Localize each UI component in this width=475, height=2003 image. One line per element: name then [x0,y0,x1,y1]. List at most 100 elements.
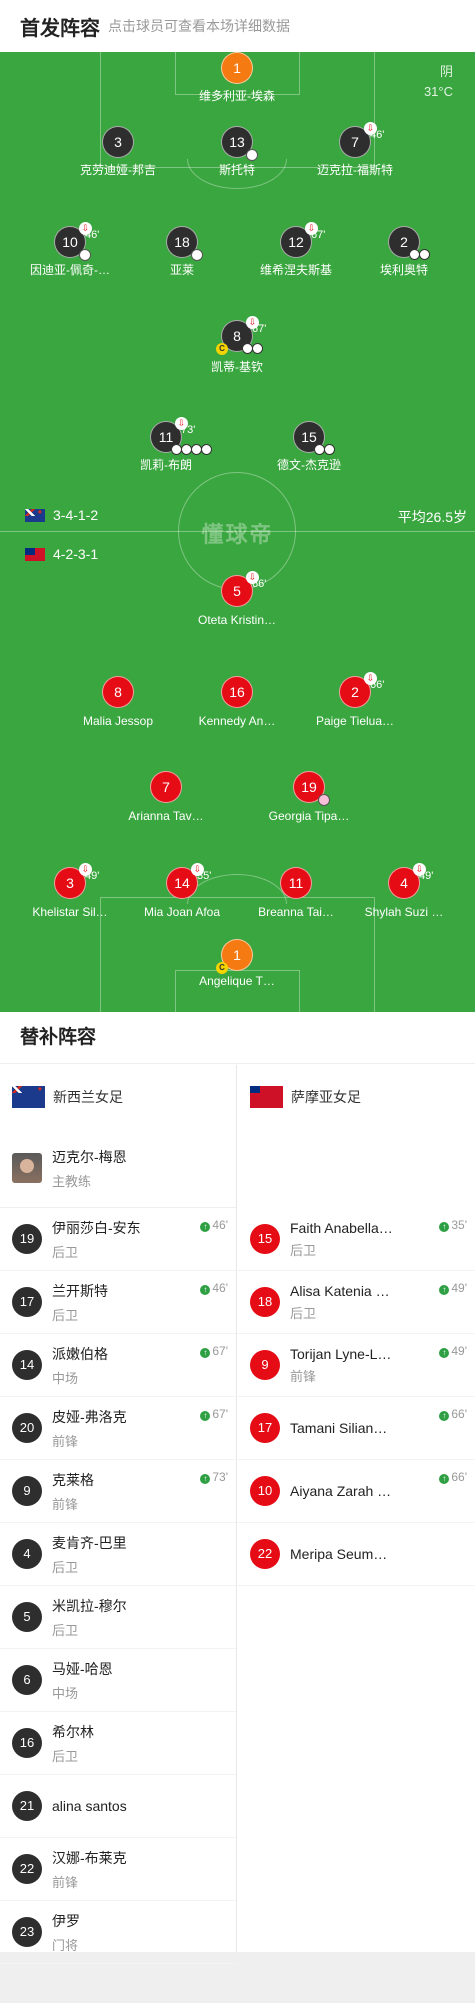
substitute-row[interactable]: 20 皮娅-弗洛克 前锋 ↑ 67' [0,1397,236,1460]
goals-icon [409,249,430,260]
substitute-row[interactable]: 18 Alisa Katenia … 后卫 ↑ 49' [238,1271,475,1334]
away-subs-column: 萨摩亚女足 15 Faith Anabella… 后卫 ↑ 35' 18 Alisa Kat… [238,1065,475,1586]
player-number-disc: 2 ⇩ 66' [339,672,384,708]
player-number-disc: 2 [388,226,430,260]
substitute-name: 米凯拉-穆尔 [52,1597,127,1614]
substitute-row[interactable]: 17 兰开斯特 后卫 ↑ 46' [0,1271,236,1334]
substitute-number: 17 [12,1287,42,1317]
lineup-title: 首发阵容 [20,17,100,40]
substitute-position: 后卫 [290,1242,317,1258]
substitute-row[interactable]: 4 麦肯齐-巴里 后卫 [0,1523,236,1586]
substitute-name: Aiyana Zarah … [290,1483,392,1499]
substitute-info: Alisa Katenia … 后卫 [290,1283,400,1322]
substitute-number: 22 [12,1854,42,1884]
player-home-2[interactable]: 2 埃利奥特 [349,226,459,278]
substitute-row[interactable]: 16 希尔林 后卫 [0,1712,236,1775]
sub-in-icon: ↑ [200,1348,211,1358]
substitute-row[interactable]: 14 派嫩伯格 中场 ↑ 67' [0,1334,236,1397]
substitute-row[interactable]: 22 Meripa Seum… [238,1523,475,1586]
goals-icon [171,444,212,455]
sub-in-time: ↑ 49' [439,1344,467,1358]
substitute-name: Alisa Katenia … [290,1282,390,1299]
nz-flag-icon [25,508,45,522]
player-away-4[interactable]: 4 ⇩ 49' Shylah Suzi … [349,863,459,919]
substitute-row[interactable]: 5 米凯拉-穆尔 后卫 [0,1586,236,1649]
player-home-18[interactable]: 18 亚莱 [127,226,237,278]
away-team-header[interactable]: 萨摩亚女足 [238,1065,475,1129]
player-number-disc: 11 [280,867,312,899]
substitute-number: 15 [250,1224,280,1254]
substitute-row[interactable]: 9 克莱格 前锋 ↑ 73' [0,1460,236,1523]
player-name: Georgia Tipa… [268,809,350,823]
substitute-info: 克莱格 前锋 [52,1470,162,1513]
player-away-16[interactable]: 16 Kennedy An… [182,676,292,728]
player-home-7[interactable]: 7 ⇩ 46' 迈克拉-福斯特 [300,122,410,178]
substitute-info: alina santos [52,1798,162,1814]
sub-time: 66' [252,578,267,590]
player-name: Shylah Suzi … [364,905,444,919]
player-away-5[interactable]: 5 ⇩ 66' Oteta Kristin… [182,571,292,627]
sub-in-time: ↑ 66' [439,1470,467,1484]
home-subs-column: 新西兰女足 迈克尔-梅恩 主教练 19伊丽莎白-安东后卫↑46' 17 兰开斯特后卫… [0,1065,237,1964]
substitute-number: 22 [250,1539,280,1569]
sub-time: 46' [370,129,385,141]
lineup-subtitle: 点击球员可查看本场详细数据 [108,18,290,34]
substitute-position: 后卫 [52,1622,79,1638]
home-formation: 3-4-1-2 [25,507,98,523]
substitute-number: 9 [12,1476,42,1506]
sub-time: 66' [370,679,385,691]
coach-row[interactable]: 迈克尔-梅恩 主教练 [0,1129,236,1208]
substitute-name: 伊丽莎白-安东 [52,1219,141,1236]
substitute-row[interactable]: 9 Torijan Lyne-L… 前锋 ↑ 49' [238,1334,475,1397]
home-team-header[interactable]: 新西兰女足 [0,1065,236,1129]
player-number-disc: 15 [293,421,335,455]
substitute-name: 马娅-哈恩 [52,1660,113,1677]
player-home-10[interactable]: 10 ⇩ 46' 因迪亚-佩奇-… [15,222,125,278]
player-home-3[interactable]: 3 克劳迪娅-邦吉 [63,126,173,178]
substitute-row[interactable]: 19 伊丽莎白-安东 后卫 ↑ 46' [0,1208,236,1271]
substitute-number: 4 [12,1539,42,1569]
player-away-8[interactable]: 8 Malia Jessop [63,676,173,728]
sub-in-time: ↑ 67' [200,1344,228,1358]
substitute-name: 希尔林 [52,1723,94,1740]
player-number-disc: 7 [150,771,182,803]
player-away-19[interactable]: 19 Georgia Tipa… [254,771,364,823]
player-home-13[interactable]: 13 斯托特 [182,126,292,178]
player-away-11[interactable]: 11 Breanna Tai… [241,867,351,919]
substitute-name: 兰开斯特 [52,1282,108,1299]
temperature-text: 31°C [423,84,453,99]
player-name: 维多利亚-埃森 [199,89,275,103]
player-name: 亚莱 [169,263,194,277]
substitute-row[interactable]: 15 Faith Anabella… 后卫 ↑ 35' [238,1208,475,1271]
player-away-2[interactable]: 2 ⇩ 66' Paige Tielua… [300,672,410,728]
sub-time: 49' [85,870,100,882]
player-home-11[interactable]: 11 ⇩ 73' 凯莉-布朗 [111,417,221,473]
sub-in-time: ↑ 67' [200,1407,228,1421]
player-name: 凯莉-布朗 [140,458,192,472]
player-number-disc: 3 ⇩ 49' [54,863,99,899]
substitute-row[interactable]: 17 Tamani Silian… ↑ 66' [238,1397,475,1460]
player-home-goalkeeper[interactable]: 1 维多利亚-埃森 [182,52,292,104]
player-away-7[interactable]: 7 Arianna Tav… [111,771,221,823]
substitute-info: Meripa Seum… [290,1546,400,1562]
substitute-info: 伊罗 门将 [52,1911,162,1954]
player-away-14[interactable]: 14 ⇩ 35' Mia Joan Afoa [127,863,237,919]
substitute-row[interactable]: 23 伊罗 门将 [0,1901,236,1964]
substitute-position: 前锋 [52,1874,79,1890]
player-home-8[interactable]: 8 ⇩ 67' C 凯蒂-基钦 [182,316,292,375]
substitute-position: 后卫 [52,1307,79,1323]
captain-icon: C [216,962,228,974]
substitute-row[interactable]: 22 汉娜-布莱克 前锋 [0,1838,236,1901]
ball-icon [246,149,258,161]
pitch: 懂球帝 阴 31°C 3-4-1-2 平均26.5岁 4-2-3-1 1 维多利… [0,52,475,1012]
substitute-row[interactable]: 6 马娅-哈恩 中场 [0,1649,236,1712]
player-home-12[interactable]: 12 ⇩ 67' 维希涅夫斯基 [241,222,351,278]
goals-icon [314,444,335,455]
substitute-row[interactable]: 21 alina santos [0,1775,236,1838]
player-name: 克劳迪娅-邦吉 [80,163,156,177]
player-away-goalkeeper[interactable]: 1 C Angelique T… [182,939,292,988]
sub-in-time: ↑ 66' [439,1407,467,1421]
player-away-3[interactable]: 3 ⇩ 49' Khelistar Sil… [15,863,125,919]
player-home-15[interactable]: 15 德文-杰克逊 [254,421,364,473]
substitute-row[interactable]: 10 Aiyana Zarah … ↑ 66' [238,1460,475,1523]
